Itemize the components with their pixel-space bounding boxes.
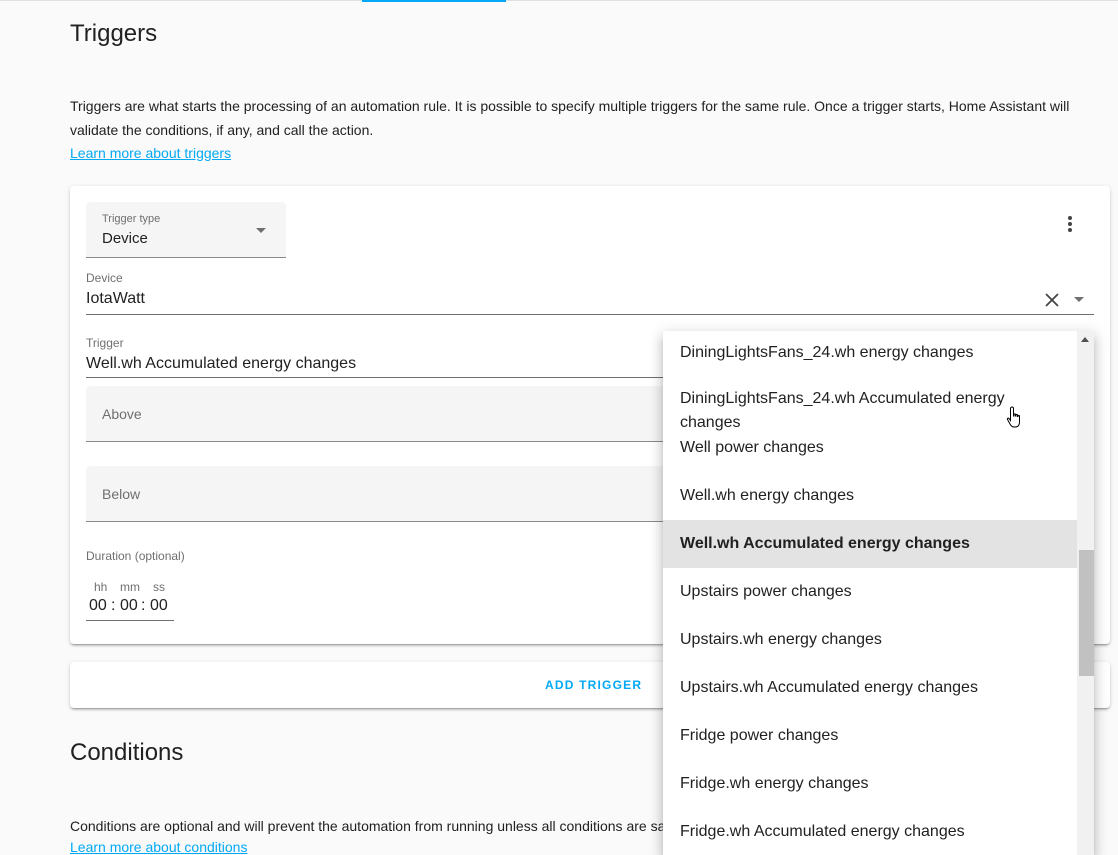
hand-cursor-icon (1006, 406, 1020, 428)
device-input[interactable]: IotaWatt (86, 290, 145, 308)
device-underline (86, 314, 1094, 315)
duration-label: Duration (optional) (86, 549, 185, 563)
duration-separator: : (111, 597, 116, 614)
list-item[interactable]: Fridge.wh energy changes (663, 760, 1077, 808)
trigger-input[interactable]: Well.wh Accumulated energy changes (86, 355, 356, 373)
trigger-type-label: Trigger type (102, 213, 161, 225)
add-trigger-button[interactable]: ADD TRIGGER (545, 678, 642, 692)
learn-more-conditions-link[interactable]: Learn more about conditions (70, 839, 247, 855)
active-tab-indicator (362, 0, 506, 2)
seconds-unit-label: ss (153, 580, 165, 594)
below-field[interactable]: Below (86, 466, 746, 522)
list-item[interactable]: Well power changes (663, 424, 1077, 472)
top-divider (0, 0, 1118, 1)
trigger-type-select[interactable]: Trigger type Device (86, 202, 286, 258)
above-field[interactable]: Above (86, 386, 746, 442)
scroll-up-icon[interactable] (1081, 337, 1089, 342)
seconds-input[interactable]: 00 (150, 597, 168, 615)
trigger-type-value: Device (102, 230, 148, 247)
chevron-down-icon[interactable] (1074, 297, 1084, 302)
scrollbar-thumb[interactable] (1079, 550, 1094, 676)
duration-separator: : (141, 597, 146, 614)
list-item[interactable]: Upstairs.wh energy changes (663, 616, 1077, 664)
duration-underline (86, 620, 174, 621)
overflow-menu-icon[interactable] (1064, 216, 1076, 236)
hours-input[interactable]: 00 (89, 597, 107, 615)
trigger-underline (86, 377, 746, 378)
trigger-label: Trigger (86, 336, 124, 350)
list-item[interactable]: DiningLightsFans_24.wh energy changes (663, 331, 1077, 375)
above-label: Above (102, 406, 142, 422)
list-item[interactable]: Upstairs.wh Accumulated energy changes (663, 664, 1077, 712)
device-label: Device (86, 271, 123, 285)
close-icon[interactable] (1044, 292, 1060, 308)
below-label: Below (102, 486, 141, 502)
list-item-selected[interactable]: Well.wh Accumulated energy changes (663, 520, 1077, 568)
minutes-input[interactable]: 00 (120, 597, 138, 615)
chevron-down-icon (256, 228, 266, 233)
learn-more-triggers-link[interactable]: Learn more about triggers (70, 145, 231, 161)
list-item[interactable]: Fridge.wh Accumulated energy changes (663, 808, 1077, 855)
minutes-unit-label: mm (120, 580, 140, 594)
triggers-title: Triggers (70, 20, 158, 47)
list-item[interactable]: Fridge power changes (663, 712, 1077, 760)
hours-unit-label: hh (94, 580, 108, 594)
conditions-title: Conditions (70, 739, 184, 766)
triggers-description: Triggers are what starts the processing … (70, 98, 1070, 138)
trigger-dropdown-list[interactable]: DiningLightsFans_24.wh energy changes Di… (663, 331, 1094, 855)
list-item[interactable]: Well.wh energy changes (663, 472, 1077, 520)
list-item[interactable]: Upstairs power changes (663, 568, 1077, 616)
